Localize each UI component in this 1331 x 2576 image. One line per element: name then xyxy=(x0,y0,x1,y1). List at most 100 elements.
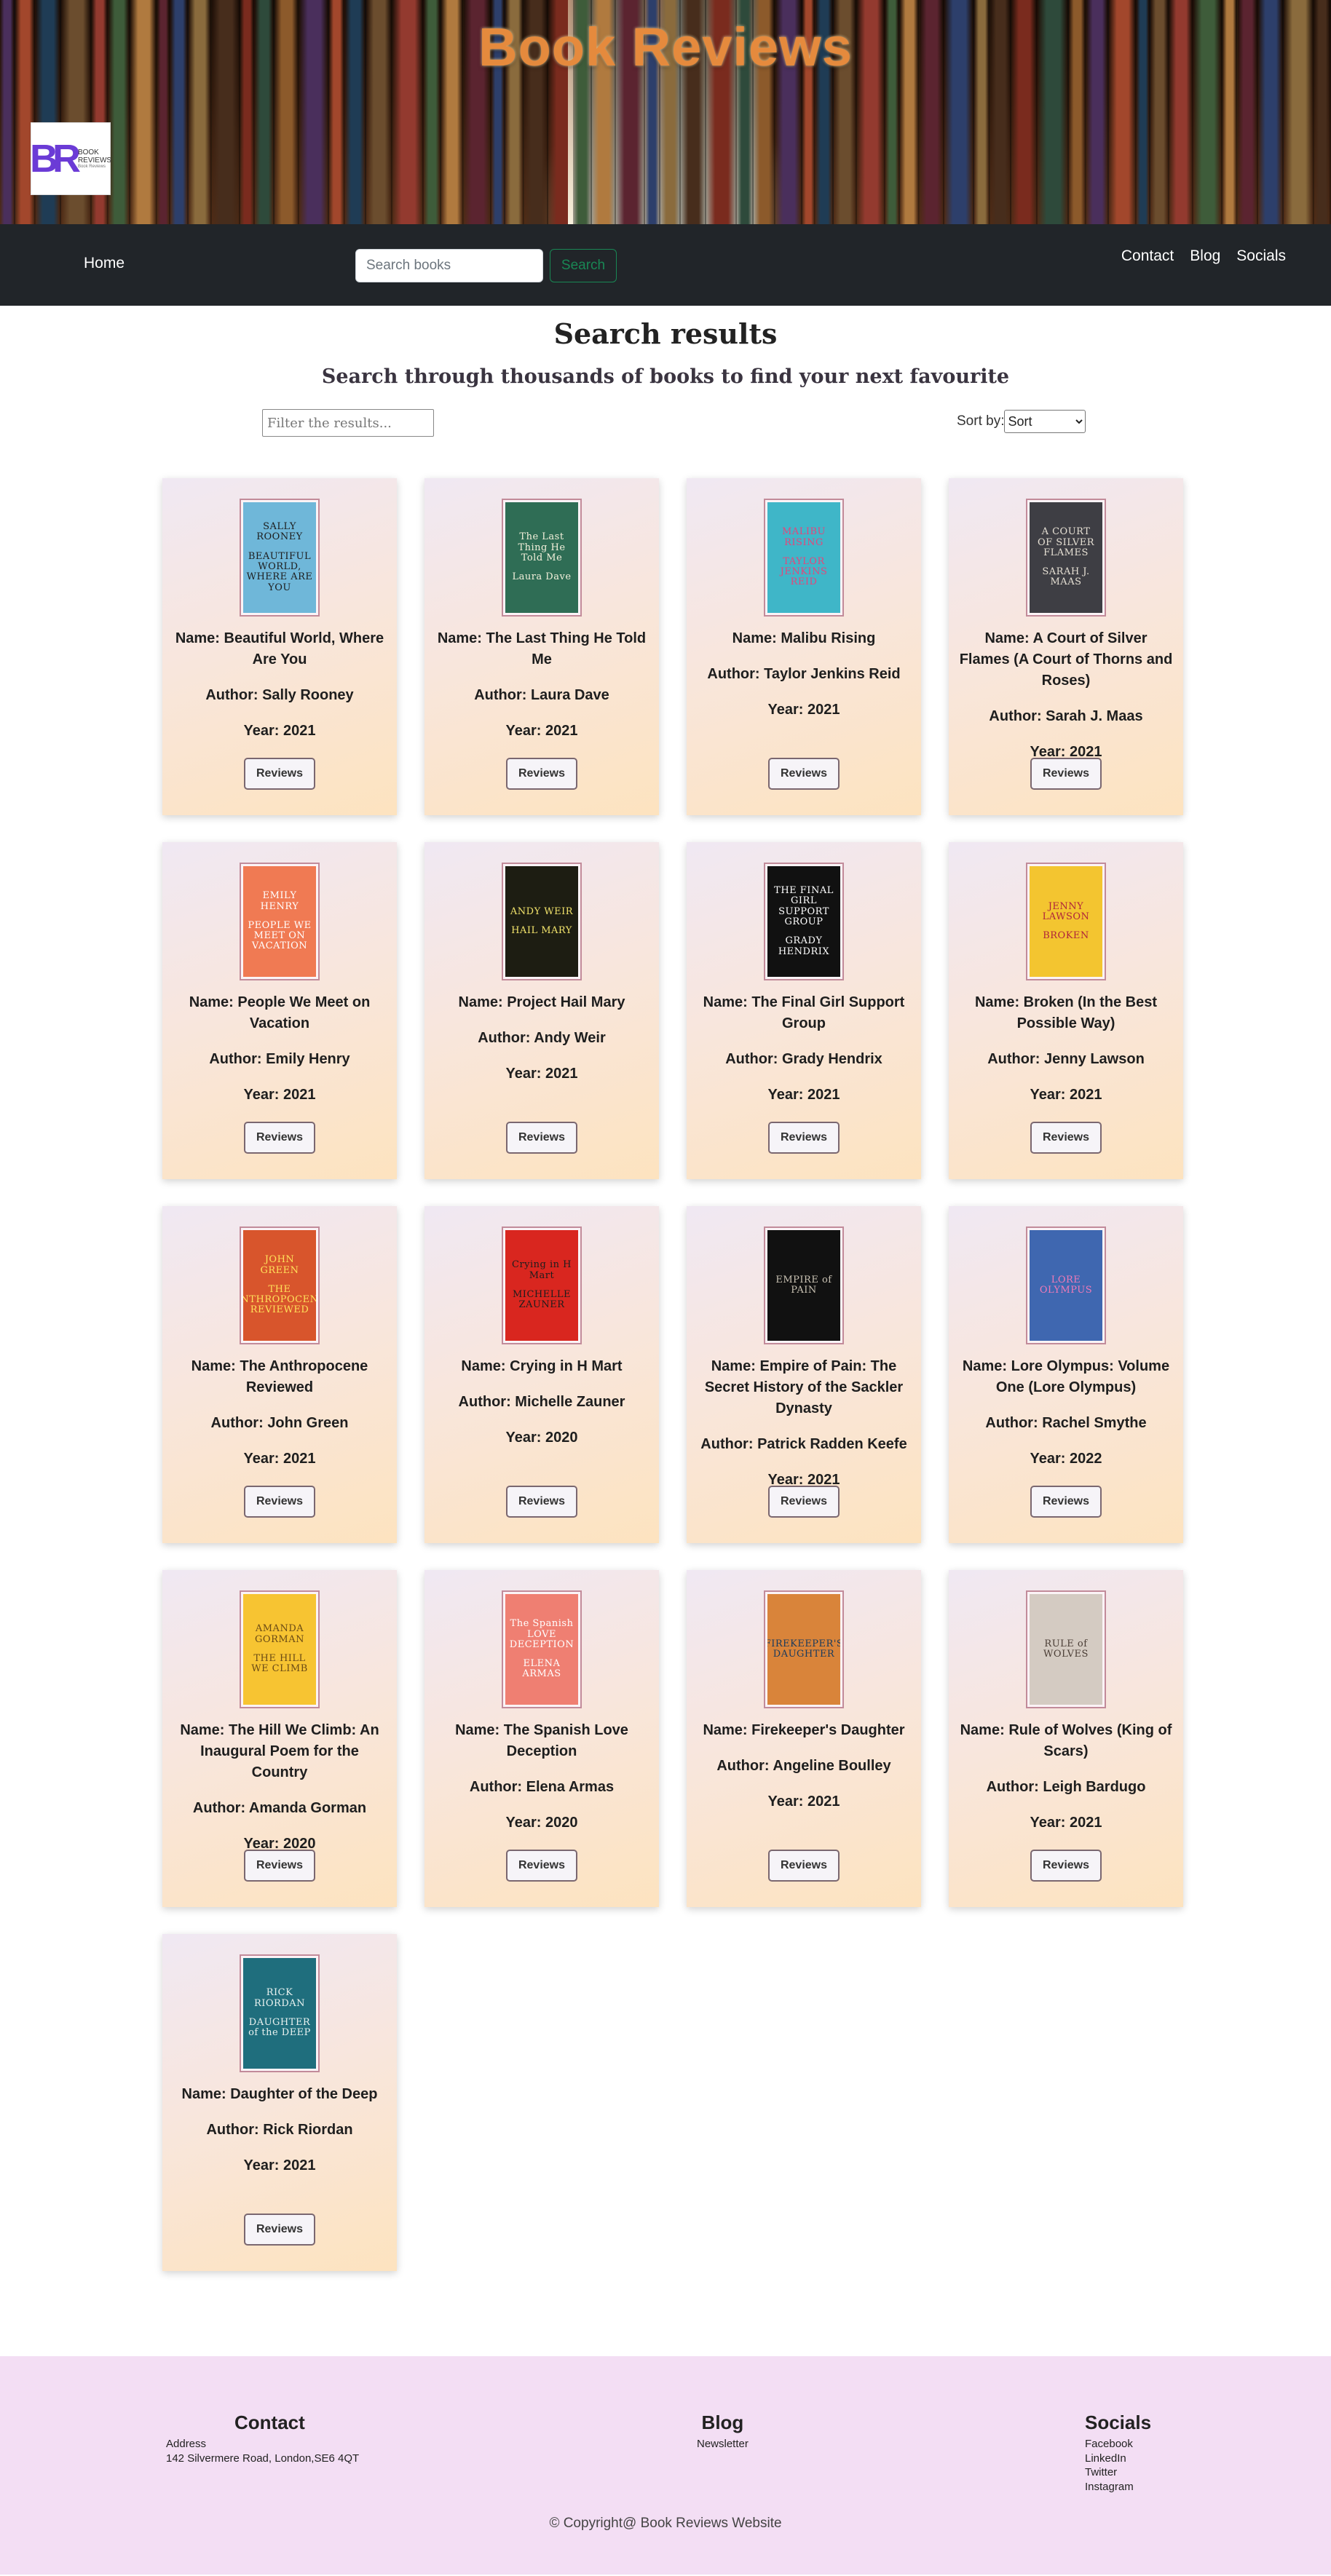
filter-input[interactable] xyxy=(262,409,434,437)
book-name-label: Name: xyxy=(703,1722,752,1738)
reviews-button[interactable]: Reviews xyxy=(244,2214,315,2246)
site-logo[interactable]: BR BOOK REVIEWS Book Reviews xyxy=(29,122,111,195)
book-author: Author: Emily Henry xyxy=(173,1049,387,1070)
book-card: SALLY ROONEY BEAUTIFUL WORLD, WHERE ARE Y… xyxy=(162,478,397,815)
book-year-value: 2021 xyxy=(545,1066,578,1082)
book-cover-art: SALLY ROONEY BEAUTIFUL WORLD, WHERE ARE Y… xyxy=(243,502,316,613)
reviews-button[interactable]: Reviews xyxy=(768,1122,840,1154)
book-card: MALIBU RISING TAYLOR JENKINS REID Name: M… xyxy=(687,478,921,815)
book-name-value: The Final Girl Support Group xyxy=(751,994,905,1031)
nav-socials-link[interactable]: Socials xyxy=(1236,247,1286,265)
book-author-label: Author: xyxy=(989,708,1046,724)
reviews-button[interactable]: Reviews xyxy=(1030,758,1102,790)
book-name: Name: Beautiful World, Where Are You xyxy=(173,628,387,670)
sort-control: Sort by: Sort xyxy=(957,410,1086,433)
logo-mark: BR xyxy=(29,137,81,181)
book-author-value: John Green xyxy=(267,1415,349,1431)
footer-linkedin-link[interactable]: LinkedIn xyxy=(1085,2452,1151,2466)
book-year: Year: 2021 xyxy=(697,1791,911,1812)
book-name-label: Name: xyxy=(180,1722,229,1738)
book-year-label: Year: xyxy=(1030,1087,1070,1103)
reviews-button[interactable]: Reviews xyxy=(768,1850,840,1882)
sort-select[interactable]: Sort xyxy=(1004,410,1086,433)
book-info: Name: Crying in H Mart Author: Michelle … xyxy=(435,1356,649,1448)
nav-home-link[interactable]: Home xyxy=(84,255,125,272)
book-author-label: Author: xyxy=(986,1779,1043,1795)
reviews-button[interactable]: Reviews xyxy=(244,1850,315,1882)
book-card: THE FINAL GIRL SUPPORT GROUP GRADY HENDRI… xyxy=(687,842,921,1179)
book-cover-image: ANDY WEIR HAIL MARY xyxy=(502,863,582,980)
book-author-label: Author: xyxy=(985,1415,1043,1431)
book-name-value: Broken (In the Best Possible Way) xyxy=(1016,994,1158,1031)
book-info: Name: Broken (In the Best Possible Way) … xyxy=(959,992,1173,1106)
book-cover-image: RULE of WOLVES xyxy=(1026,1590,1106,1708)
book-info: Name: Project Hail Mary Author: Andy Wei… xyxy=(435,992,649,1085)
book-name: Name: The Final Girl Support Group xyxy=(697,992,911,1034)
book-info: Name: The Spanish Love Deception Author:… xyxy=(435,1720,649,1834)
reviews-button[interactable]: Reviews xyxy=(768,1486,840,1518)
logo-text: BOOK REVIEWS Book Reviews xyxy=(78,148,111,170)
reviews-button[interactable]: Reviews xyxy=(244,1486,315,1518)
book-cover-art: The Last Thing He Told Me Laura Dave xyxy=(505,502,578,613)
sort-label: Sort by: xyxy=(957,413,1005,429)
copyright: © Copyright@ Book Reviews Website xyxy=(549,2516,782,2531)
footer-facebook-link[interactable]: Facebook xyxy=(1085,2437,1151,2452)
book-cover-art: AMANDA GORMAN THE HILL WE CLIMB xyxy=(243,1594,316,1705)
book-year: Year: 2021 xyxy=(173,1448,387,1470)
reviews-button[interactable]: Reviews xyxy=(1030,1122,1102,1154)
reviews-button[interactable]: Reviews xyxy=(244,758,315,790)
book-name: Name: The Last Thing He Told Me xyxy=(435,628,649,670)
book-cover-art: A COURT OF SILVER FLAMES SARAH J. MAAS xyxy=(1030,502,1102,613)
reviews-button[interactable]: Reviews xyxy=(506,1122,577,1154)
reviews-button[interactable]: Reviews xyxy=(1030,1486,1102,1518)
site-title: Book Reviews xyxy=(478,17,853,77)
page-title: Search results xyxy=(553,317,778,350)
nav-right-links: Contact Blog Socials xyxy=(1121,247,1286,265)
footer-blog: Blog Newsletter xyxy=(697,2411,749,2452)
book-author-value: Taylor Jenkins Reid xyxy=(764,666,901,682)
book-cover-art: LORE OLYMPUS xyxy=(1030,1230,1102,1341)
book-year-value: 2021 xyxy=(283,723,316,739)
nav-contact-link[interactable]: Contact xyxy=(1121,247,1174,265)
book-name-value: People We Meet on Vacation xyxy=(237,994,371,1031)
book-card: EMPIRE of PAIN Name: Empire of Pain: The… xyxy=(687,1206,921,1543)
reviews-button[interactable]: Reviews xyxy=(768,758,840,790)
book-name: Name: Project Hail Mary xyxy=(435,992,649,1013)
search-button[interactable]: Search xyxy=(550,249,617,282)
book-cover-image: Crying in H Mart MICHELLE ZAUNER xyxy=(502,1226,582,1344)
book-cover-art: MALIBU RISING TAYLOR JENKINS REID xyxy=(767,502,840,613)
reviews-button[interactable]: Reviews xyxy=(244,1122,315,1154)
reviews-button[interactable]: Reviews xyxy=(1030,1850,1102,1882)
book-author-value: Rick Riordan xyxy=(263,2122,353,2138)
book-cover-art: FIREKEEPER'S DAUGHTER xyxy=(767,1594,840,1705)
book-year-label: Year: xyxy=(243,723,283,739)
book-cover-image: JENNY LAWSON BROKEN xyxy=(1026,863,1106,980)
book-year-value: 2021 xyxy=(283,1087,316,1103)
reviews-button[interactable]: Reviews xyxy=(506,1850,577,1882)
book-name-label: Name: xyxy=(455,1722,504,1738)
book-name-label: Name: xyxy=(175,630,224,646)
book-year-label: Year: xyxy=(767,1794,807,1810)
search-input[interactable] xyxy=(355,249,543,282)
book-author-label: Author: xyxy=(458,1394,516,1410)
book-name: Name: A Court of Silver Flames (A Court … xyxy=(959,628,1173,691)
book-name: Name: The Hill We Climb: An Inaugural Po… xyxy=(173,1720,387,1783)
book-card: AMANDA GORMAN THE HILL WE CLIMB Name: The… xyxy=(162,1570,397,1907)
book-year-label: Year: xyxy=(767,1087,807,1103)
footer: Contact Address 142 Silvermere Road, Lon… xyxy=(0,2356,1331,2575)
book-year: Year: 2021 xyxy=(959,1085,1173,1106)
book-name: Name: People We Meet on Vacation xyxy=(173,992,387,1034)
book-author-value: Andy Weir xyxy=(534,1030,606,1046)
book-cover-art: EMILY HENRY PEOPLE WE MEET ON VACATION xyxy=(243,866,316,977)
book-author-label: Author: xyxy=(469,1779,526,1795)
footer-twitter-link[interactable]: Twitter xyxy=(1085,2465,1151,2480)
book-info: Name: Lore Olympus: Volume One (Lore Oly… xyxy=(959,1356,1173,1470)
footer-newsletter-link[interactable]: Newsletter xyxy=(697,2437,749,2452)
book-author-label: Author: xyxy=(206,2122,264,2138)
book-name: Name: Rule of Wolves (King of Scars) xyxy=(959,1720,1173,1762)
book-author: Author: Amanda Gorman xyxy=(173,1798,387,1819)
footer-instagram-link[interactable]: Instagram xyxy=(1085,2480,1151,2494)
reviews-button[interactable]: Reviews xyxy=(506,758,577,790)
nav-blog-link[interactable]: Blog xyxy=(1190,247,1220,265)
reviews-button[interactable]: Reviews xyxy=(506,1486,577,1518)
